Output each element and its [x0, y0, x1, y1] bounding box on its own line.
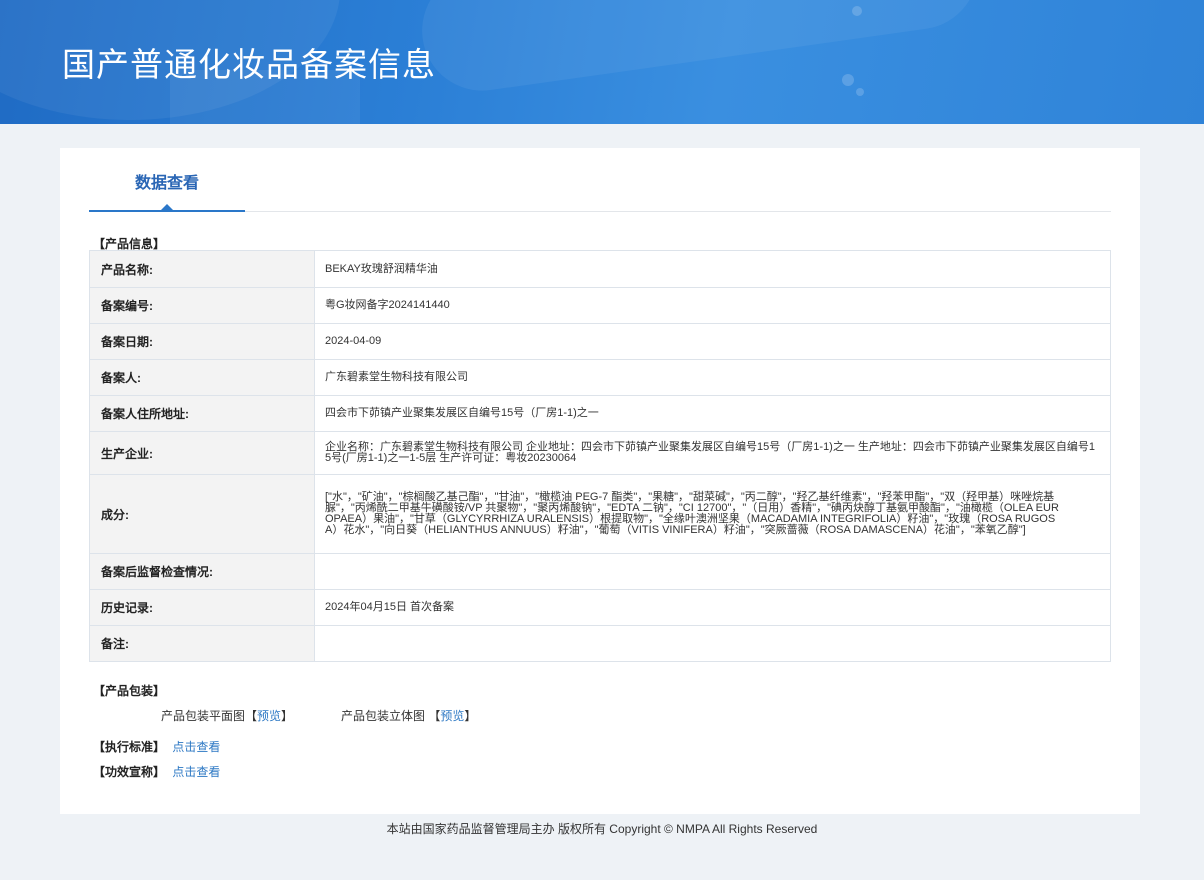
- banner-dot: [852, 6, 862, 16]
- row-label-post-inspection: 备案后监督检查情况:: [89, 553, 315, 590]
- tab-active-caret-icon: [161, 204, 173, 210]
- table-row: 备案编号: 粤G妆网备字2024141440: [89, 287, 1111, 324]
- bracket-open: 【: [245, 709, 258, 723]
- bracket-close: 】: [464, 709, 477, 723]
- packaging-solid-preview-link[interactable]: 预览: [440, 709, 464, 723]
- row-label-product-name: 产品名称:: [89, 250, 315, 288]
- footer-copyright: 本站由国家药品监督管理局主办 版权所有 Copyright © NMPA All…: [386, 822, 818, 836]
- table-row: 生产企业: 企业名称：广东碧素堂生物科技有限公司 企业地址：四会市下茆镇产业聚集…: [89, 431, 1111, 475]
- tab-data-view[interactable]: 数据查看: [89, 148, 245, 212]
- product-info-table: 产品名称: BEKAY玫瑰舒润精华油 备案编号: 粤G妆网备字202414144…: [89, 250, 1111, 662]
- tab-label: 数据查看: [134, 175, 199, 192]
- row-label-manufacturer: 生产企业:: [89, 431, 315, 475]
- table-row: 历史记录: 2024年04月15日 首次备案: [89, 589, 1111, 626]
- table-row: 产品名称: BEKAY玫瑰舒润精华油: [89, 250, 1111, 288]
- row-label-registrant: 备案人:: [89, 359, 315, 396]
- banner-decoration: [414, 0, 986, 99]
- row-value-history: 2024年04月15日 首次备案: [314, 589, 1111, 626]
- table-row: 备案后监督检查情况:: [89, 553, 1111, 590]
- table-row: 备案人住所地址: 四会市下茆镇产业聚集发展区自编号15号（厂房1-1)之一: [89, 395, 1111, 432]
- row-value-post-inspection: [314, 553, 1111, 590]
- row-label-history: 历史记录:: [89, 589, 315, 626]
- row-label-registrant-address: 备案人住所地址:: [89, 395, 315, 432]
- row-label-ingredients: 成分:: [89, 474, 315, 554]
- row-label-remarks: 备注:: [89, 625, 315, 662]
- table-row: 备案日期: 2024-04-09: [89, 323, 1111, 360]
- row-value-registrant-address: 四会市下茆镇产业聚集发展区自编号15号（厂房1-1)之一: [314, 395, 1111, 432]
- tab-bar: 数据查看: [89, 148, 1111, 212]
- standard-title: 【执行标准】: [93, 740, 166, 754]
- row-label-record-date: 备案日期:: [89, 323, 315, 360]
- row-value-record-number: 粤G妆网备字2024141440: [314, 287, 1111, 324]
- bracket-close: 】: [281, 709, 294, 723]
- row-value-record-date: 2024-04-09: [314, 323, 1111, 360]
- efficacy-title: 【功效宣称】: [93, 765, 166, 779]
- standard-heading: 【执行标准】 点击查看: [93, 738, 220, 755]
- header-banner: 国产普通化妆品备案信息: [0, 0, 1204, 124]
- banner-dot: [856, 88, 864, 96]
- packaging-solid-item: 产品包装立体图 【预览】: [341, 707, 476, 724]
- table-row: 备注:: [89, 625, 1111, 662]
- packaging-flat-label: 产品包装平面图: [161, 709, 246, 723]
- packaging-heading: 【产品包装】: [93, 684, 166, 698]
- content-panel: 数据查看 【产品信息】 产品名称: BEKAY玫瑰舒润精华油 备案编号: 粤G妆…: [60, 148, 1140, 814]
- row-value-remarks: [314, 625, 1111, 662]
- row-value-registrant: 广东碧素堂生物科技有限公司: [314, 359, 1111, 396]
- efficacy-heading: 【功效宣称】 点击查看: [93, 763, 220, 780]
- row-value-product-name: BEKAY玫瑰舒润精华油: [314, 250, 1111, 288]
- packaging-solid-label: 产品包装立体图: [341, 709, 426, 723]
- table-row: 成分: ["水"，"矿油"，"棕榈酸乙基己酯"，"甘油"，"橄榄油 PEG-7 …: [89, 474, 1111, 554]
- packaging-flat-item: 产品包装平面图【预览】: [161, 707, 293, 724]
- row-value-manufacturer: 企业名称：广东碧素堂生物科技有限公司 企业地址：四会市下茆镇产业聚集发展区自编号…: [314, 431, 1111, 475]
- efficacy-view-link[interactable]: 点击查看: [172, 765, 220, 779]
- row-label-record-number: 备案编号:: [89, 287, 315, 324]
- page-title: 国产普通化妆品备案信息: [62, 45, 436, 84]
- packaging-flat-preview-link[interactable]: 预览: [257, 709, 281, 723]
- standard-view-link[interactable]: 点击查看: [172, 740, 220, 754]
- banner-dot: [842, 74, 854, 86]
- table-row: 备案人: 广东碧素堂生物科技有限公司: [89, 359, 1111, 396]
- row-value-ingredients: ["水"，"矿油"，"棕榈酸乙基己酯"，"甘油"，"橄榄油 PEG-7 酯类"，…: [314, 474, 1111, 554]
- bracket-open: 【: [428, 709, 441, 723]
